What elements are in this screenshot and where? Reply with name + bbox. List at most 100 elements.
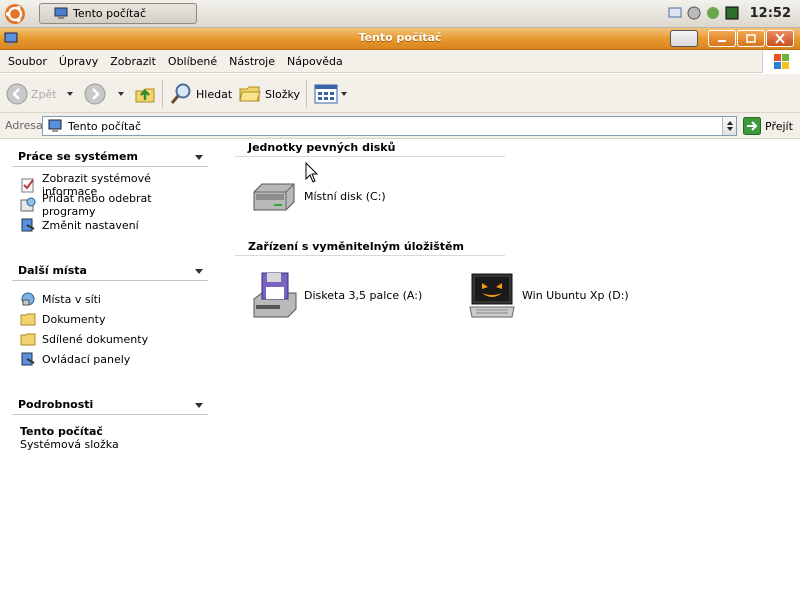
updown-icon bbox=[726, 121, 733, 131]
computer-icon bbox=[48, 119, 62, 132]
search-icon bbox=[170, 83, 191, 104]
address-label: Adresa bbox=[5, 119, 43, 132]
menu-file[interactable]: Soubor bbox=[2, 55, 53, 68]
menu-bar: Soubor Úpravy Zobrazit Oblíbené Nástroje… bbox=[0, 50, 800, 73]
network-places-icon bbox=[21, 292, 35, 306]
folders-label: Složky bbox=[265, 87, 301, 101]
task-label: Změnit nastavení bbox=[42, 218, 139, 232]
drive-label: Disketa 3,5 palce (A:) bbox=[304, 288, 423, 302]
chevron-down-icon bbox=[118, 92, 124, 96]
forward-arrow-icon bbox=[84, 83, 106, 105]
drive-local-disk-c[interactable]: Místní disk (C:) bbox=[250, 180, 386, 212]
menu-tools[interactable]: Nástroje bbox=[223, 55, 281, 68]
battery-icon[interactable] bbox=[724, 5, 740, 21]
minimize-icon bbox=[718, 40, 726, 42]
other-places-title: Další místa bbox=[18, 264, 87, 277]
folder-icon bbox=[20, 313, 36, 326]
go-button[interactable]: Přejít bbox=[743, 117, 793, 135]
toolbar: Zpět Hledat Složky bbox=[0, 74, 800, 113]
place-control-panel[interactable]: Ovládací panely bbox=[12, 349, 208, 369]
drive-label: Místní disk (C:) bbox=[304, 189, 386, 203]
collapse-icon[interactable] bbox=[195, 403, 203, 408]
group-header-hard-disks: Jednotky pevných disků bbox=[235, 140, 505, 157]
forward-dropdown[interactable] bbox=[118, 80, 124, 108]
folders-button[interactable]: Složky bbox=[238, 80, 300, 108]
menu-edit[interactable]: Úpravy bbox=[53, 55, 104, 68]
details-type: Systémová složka bbox=[20, 438, 119, 451]
floppy-drive-icon bbox=[253, 272, 297, 318]
system-tray bbox=[667, 5, 740, 21]
views-icon bbox=[314, 84, 338, 104]
place-label: Ovládací panely bbox=[42, 352, 131, 366]
details-panel: Podrobnosti Tento počítač Systémová slož… bbox=[12, 395, 208, 451]
system-tasks-header[interactable]: Práce se systémem bbox=[12, 147, 208, 167]
top-panel: Tento počítač 12:52 bbox=[0, 0, 800, 28]
search-label: Hledat bbox=[196, 87, 233, 101]
group-title: Zařízení s vyměnitelným úložištěm bbox=[248, 240, 464, 253]
drive-cd-d[interactable]: Win Ubuntu Xp (D:) bbox=[468, 271, 629, 319]
folders-icon bbox=[239, 86, 261, 102]
go-arrow-icon bbox=[743, 117, 761, 135]
network-icon[interactable] bbox=[667, 5, 683, 21]
place-shared-documents[interactable]: Sdílené dokumenty bbox=[12, 329, 208, 349]
system-tasks-title: Práce se systémem bbox=[18, 150, 138, 163]
details-header[interactable]: Podrobnosti bbox=[12, 395, 208, 415]
back-dropdown[interactable] bbox=[67, 80, 73, 108]
task-change-settings[interactable]: Změnit nastavení bbox=[12, 215, 208, 235]
drive-label: Win Ubuntu Xp (D:) bbox=[522, 288, 629, 302]
forward-button[interactable] bbox=[84, 80, 106, 108]
collapse-icon[interactable] bbox=[195, 269, 203, 274]
ubuntu-logo-icon[interactable] bbox=[4, 3, 26, 25]
toolbar-separator bbox=[306, 80, 307, 108]
details-name: Tento počítač bbox=[20, 425, 103, 438]
close-icon bbox=[775, 33, 785, 44]
search-button[interactable]: Hledat bbox=[169, 80, 232, 108]
task-pane: Práce se systémem Zobrazit systémové inf… bbox=[0, 140, 220, 600]
address-value: Tento počítač bbox=[68, 119, 142, 133]
windows-logo-icon bbox=[762, 50, 800, 73]
minimize-button[interactable] bbox=[708, 30, 736, 47]
window-shade-button[interactable] bbox=[670, 30, 698, 47]
place-documents[interactable]: Dokumenty bbox=[12, 309, 208, 329]
chevron-down-icon bbox=[67, 92, 73, 96]
menu-favorites[interactable]: Oblíbené bbox=[162, 55, 223, 68]
control-panel-icon bbox=[21, 352, 35, 366]
back-label: Zpět bbox=[31, 87, 57, 101]
control-panel-icon bbox=[21, 218, 35, 232]
collapse-icon[interactable] bbox=[195, 155, 203, 160]
update-icon[interactable] bbox=[705, 5, 721, 21]
other-places-panel: Další místa Místa v síti Dokumenty Sdíle… bbox=[12, 261, 208, 369]
volume-icon[interactable] bbox=[686, 5, 702, 21]
go-label: Přejít bbox=[765, 119, 793, 133]
taskbar-window-button[interactable]: Tento počítač bbox=[39, 3, 197, 24]
place-label: Dokumenty bbox=[42, 312, 106, 326]
menu-view[interactable]: Zobrazit bbox=[104, 55, 162, 68]
address-input[interactable]: Tento počítač bbox=[42, 116, 737, 136]
place-label: Místa v síti bbox=[42, 292, 101, 306]
up-folder-button[interactable] bbox=[134, 80, 156, 108]
maximize-button[interactable] bbox=[737, 30, 765, 47]
close-button[interactable] bbox=[766, 30, 794, 47]
back-button[interactable]: Zpět bbox=[6, 80, 57, 108]
address-bar: Adresa Tento počítač Přejít bbox=[0, 113, 800, 139]
mouse-cursor-icon bbox=[305, 162, 319, 183]
main-content: Jednotky pevných disků Místní disk (C:) … bbox=[220, 140, 800, 600]
system-tasks-panel: Práce se systémem Zobrazit systémové inf… bbox=[12, 147, 208, 235]
other-places-header[interactable]: Další místa bbox=[12, 261, 208, 281]
task-add-remove-programs[interactable]: Přidat nebo odebrat programy bbox=[12, 192, 208, 218]
clock[interactable]: 12:52 bbox=[750, 6, 791, 21]
views-button[interactable] bbox=[314, 80, 347, 108]
window-titlebar[interactable]: Tento počítač bbox=[0, 28, 800, 50]
up-folder-icon bbox=[135, 88, 155, 103]
place-network[interactable]: Místa v síti bbox=[12, 289, 208, 309]
drive-floppy-a[interactable]: Disketa 3,5 palce (A:) bbox=[250, 271, 422, 319]
taskbar-window-label: Tento počítač bbox=[73, 7, 147, 20]
group-title: Jednotky pevných disků bbox=[248, 141, 396, 154]
system-info-icon bbox=[21, 178, 34, 193]
group-header-removable: Zařízení s vyměnitelným úložištěm bbox=[235, 239, 505, 256]
menu-help[interactable]: Nápověda bbox=[281, 55, 349, 68]
maximize-icon bbox=[746, 34, 756, 43]
address-dropdown-button[interactable] bbox=[722, 117, 736, 135]
back-arrow-icon bbox=[6, 83, 28, 105]
chevron-down-icon bbox=[341, 92, 347, 96]
